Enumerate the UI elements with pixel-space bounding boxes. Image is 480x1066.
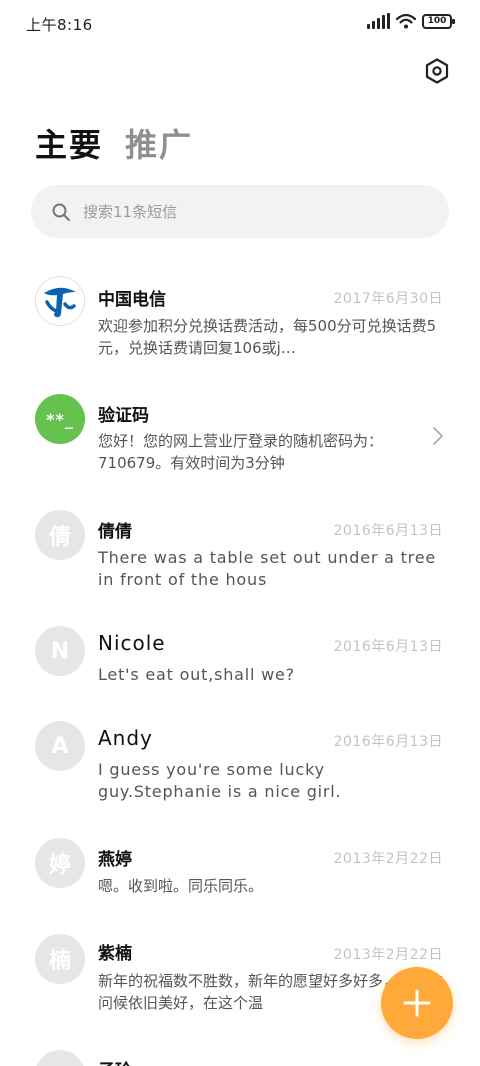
avatar-qianqian: 倩	[35, 510, 85, 560]
chevron-right-icon[interactable]	[432, 426, 444, 446]
avatar-nicole: N	[35, 626, 85, 676]
search-bar[interactable]	[31, 185, 449, 238]
message-item-nicole[interactable]: N Nicole 2016年6月13日 Let's eat out,shall …	[0, 616, 480, 716]
search-input[interactable]	[83, 202, 403, 221]
compose-button[interactable]	[381, 967, 453, 1039]
wifi-icon	[396, 13, 416, 29]
status-bar: 上午8:16 100	[0, 0, 480, 48]
message-sender: Nicole	[98, 631, 166, 655]
message-item-yanting[interactable]: 婷 燕婷 2013年2月22日 嗯。收到啦。同乐同乐。	[0, 828, 480, 928]
message-date: 2013年2月22日	[333, 851, 443, 867]
battery-icon: 100	[422, 13, 455, 29]
message-sender: Andy	[98, 726, 153, 750]
message-preview: 欢迎参加积分兑换话费活动，每500分可兑换话费5元，兑换话费请回复106或j…	[98, 317, 437, 357]
message-date: 2016年6月13日	[333, 523, 443, 539]
tab-primary[interactable]: 主要	[35, 120, 103, 166]
message-date: 2016年6月13日	[333, 734, 443, 750]
message-sender: 中国电信	[98, 290, 166, 310]
search-icon	[52, 203, 70, 221]
signal-icon	[367, 13, 390, 29]
plus-icon	[403, 989, 431, 1017]
message-preview: 嗯。收到啦。同乐同乐。	[98, 877, 264, 895]
status-icons: 100	[367, 13, 455, 29]
settings-hexagon-icon	[425, 58, 449, 84]
message-sender: 倩倩	[98, 522, 132, 542]
message-item-verification-code[interactable]: **_ 验证码 您好！您的网上营业厅登录的随机密码为：710679。有效时间为3…	[0, 384, 480, 494]
message-preview: There was a table set out under a tree i…	[98, 548, 436, 589]
tab-promotions[interactable]: 推广	[125, 120, 193, 166]
message-item-andy[interactable]: A Andy 2016年6月13日 I guess you're some lu…	[0, 711, 480, 821]
message-date: 2013年2月22日	[333, 947, 443, 963]
status-time: 上午8:16	[26, 16, 93, 34]
message-sender: 子玲	[98, 1056, 132, 1066]
avatar-china-telecom	[35, 276, 85, 326]
battery-level: 100	[427, 16, 447, 26]
avatar-verification-code: **_	[35, 394, 85, 444]
message-item-qianqian[interactable]: 倩 倩倩 2016年6月13日 There was a table set ou…	[0, 500, 480, 610]
message-preview: 您好！您的网上营业厅登录的随机密码为：710679。有效时间为3分钟	[98, 432, 384, 472]
message-item-ziling[interactable]: 子玲	[0, 1042, 480, 1066]
message-item-china-telecom[interactable]: 中国电信 2017年6月30日 欢迎参加积分兑换话费活动，每500分可兑换话费5…	[0, 266, 480, 376]
settings-button[interactable]	[422, 56, 452, 86]
message-sender: 紫楠	[98, 944, 132, 964]
tab-bar: 主要 推广	[35, 120, 193, 166]
message-sender: 验证码	[98, 406, 149, 426]
avatar-yanting: 婷	[35, 838, 85, 888]
avatar-andy: A	[35, 721, 85, 771]
message-date: 2016年6月13日	[333, 639, 443, 655]
message-preview: Let's eat out,shall we?	[98, 665, 295, 684]
message-sender: 燕婷	[98, 850, 132, 870]
china-telecom-logo-icon	[44, 287, 76, 318]
message-preview: I guess you're some lucky guy.Stephanie …	[98, 760, 342, 801]
avatar-zinan: 楠	[35, 934, 85, 984]
avatar-ziling	[35, 1050, 85, 1066]
message-date: 2017年6月30日	[333, 291, 443, 307]
